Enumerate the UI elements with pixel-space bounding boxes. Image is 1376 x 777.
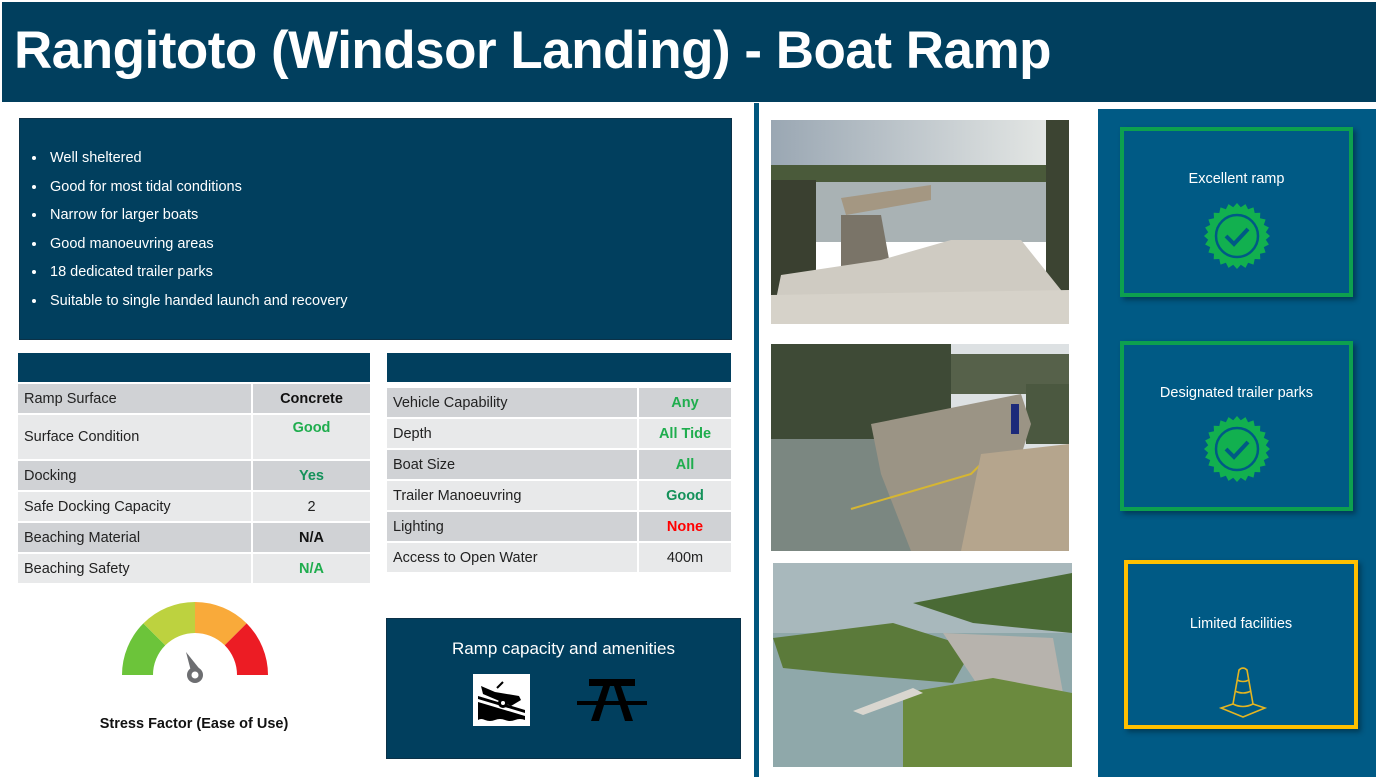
row-label: Vehicle Capability: [387, 388, 637, 417]
vertical-divider: [754, 103, 759, 777]
stress-gauge: [122, 602, 268, 683]
badge-label: Excellent ramp: [1188, 171, 1285, 187]
table-row: Beaching Safety N/A: [18, 554, 370, 583]
row-value: None: [639, 512, 731, 541]
row-value: All Tide: [639, 419, 731, 448]
verified-badge-icon: [1204, 416, 1270, 482]
access-table-header: [387, 353, 731, 382]
table-row: Ramp Surface Concrete: [18, 384, 370, 413]
badge-excellent-ramp: Excellent ramp: [1120, 127, 1353, 297]
badge-label: Designated trailer parks: [1159, 385, 1314, 401]
stress-factor-label: Stress Factor (Ease of Use): [99, 716, 289, 732]
verified-badge-icon: [1204, 203, 1270, 269]
row-label: Surface Condition: [18, 415, 251, 459]
row-label: Beaching Safety: [18, 554, 251, 583]
traffic-cone-icon: [1219, 667, 1267, 718]
ramp-photo-2: [771, 344, 1069, 551]
table-row: Depth All Tide: [387, 419, 731, 448]
row-value: N/A: [253, 523, 370, 552]
ramp-table-header: [18, 353, 370, 382]
table-row: Boat Size All: [387, 450, 731, 479]
highlights-list: Well sheltered Good for most tidal condi…: [32, 147, 347, 318]
table-row: Surface Condition Good: [18, 415, 370, 459]
table-row: Vehicle Capability Any: [387, 388, 731, 417]
row-value: Yes: [253, 461, 370, 490]
row-value: N/A: [253, 554, 370, 583]
ramp-photo-3: [773, 563, 1072, 767]
amenities-panel: Ramp capacity and amenities: [386, 618, 741, 759]
table-row: Access to Open Water 400m: [387, 543, 731, 572]
row-label: Trailer Manoeuvring: [387, 481, 637, 510]
highlight-item: Good for most tidal conditions: [32, 176, 347, 205]
highlight-item: Narrow for larger boats: [32, 204, 347, 233]
row-value: 400m: [639, 543, 731, 572]
row-value: Good: [639, 481, 731, 510]
table-row: Beaching Material N/A: [18, 523, 370, 552]
table-row: Trailer Manoeuvring Good: [387, 481, 731, 510]
highlight-item: Well sheltered: [32, 147, 347, 176]
page-title: Rangitoto (Windsor Landing) - Boat Ramp: [14, 21, 1051, 80]
row-value: Good: [253, 415, 370, 459]
table-row: Docking Yes: [18, 461, 370, 490]
highlights-panel: Well sheltered Good for most tidal condi…: [19, 118, 732, 340]
amenities-heading: Ramp capacity and amenities: [451, 639, 675, 658]
row-label: Access to Open Water: [387, 543, 637, 572]
row-label: Depth: [387, 419, 637, 448]
photo-image: [773, 563, 1072, 767]
badge-limited-facilities: Limited facilities: [1124, 560, 1358, 729]
highlight-item: Suitable to single handed launch and rec…: [32, 290, 347, 319]
badge-designated-trailer-parks: Designated trailer parks: [1120, 341, 1353, 511]
title-bar: Rangitoto (Windsor Landing) - Boat Ramp: [2, 2, 1376, 102]
table-row: Lighting None: [387, 512, 731, 541]
row-value: Any: [639, 388, 731, 417]
access-table: Vehicle Capability Any Depth All Tide Bo…: [387, 388, 731, 574]
row-value: Concrete: [253, 384, 370, 413]
row-value: 2: [253, 492, 370, 521]
boat-ramp-icon: [473, 674, 530, 726]
photo-image: [771, 120, 1069, 324]
photo-image: [771, 344, 1069, 551]
ramp-photo-1: [771, 120, 1069, 324]
row-value: All: [639, 450, 731, 479]
highlight-item: 18 dedicated trailer parks: [32, 261, 347, 290]
badge-label: Limited facilities: [1189, 616, 1293, 632]
highlight-item: Good manoeuvring areas: [32, 233, 347, 262]
row-label: Beaching Material: [18, 523, 251, 552]
gauge-needle-icon: [186, 652, 203, 683]
table-row: Safe Docking Capacity 2: [18, 492, 370, 521]
row-label: Lighting: [387, 512, 637, 541]
ramp-table: Ramp Surface Concrete Surface Condition …: [18, 384, 370, 585]
row-label: Boat Size: [387, 450, 637, 479]
row-label: Ramp Surface: [18, 384, 251, 413]
row-label: Safe Docking Capacity: [18, 492, 251, 521]
row-label: Docking: [18, 461, 251, 490]
picnic-table-icon: [577, 677, 647, 723]
